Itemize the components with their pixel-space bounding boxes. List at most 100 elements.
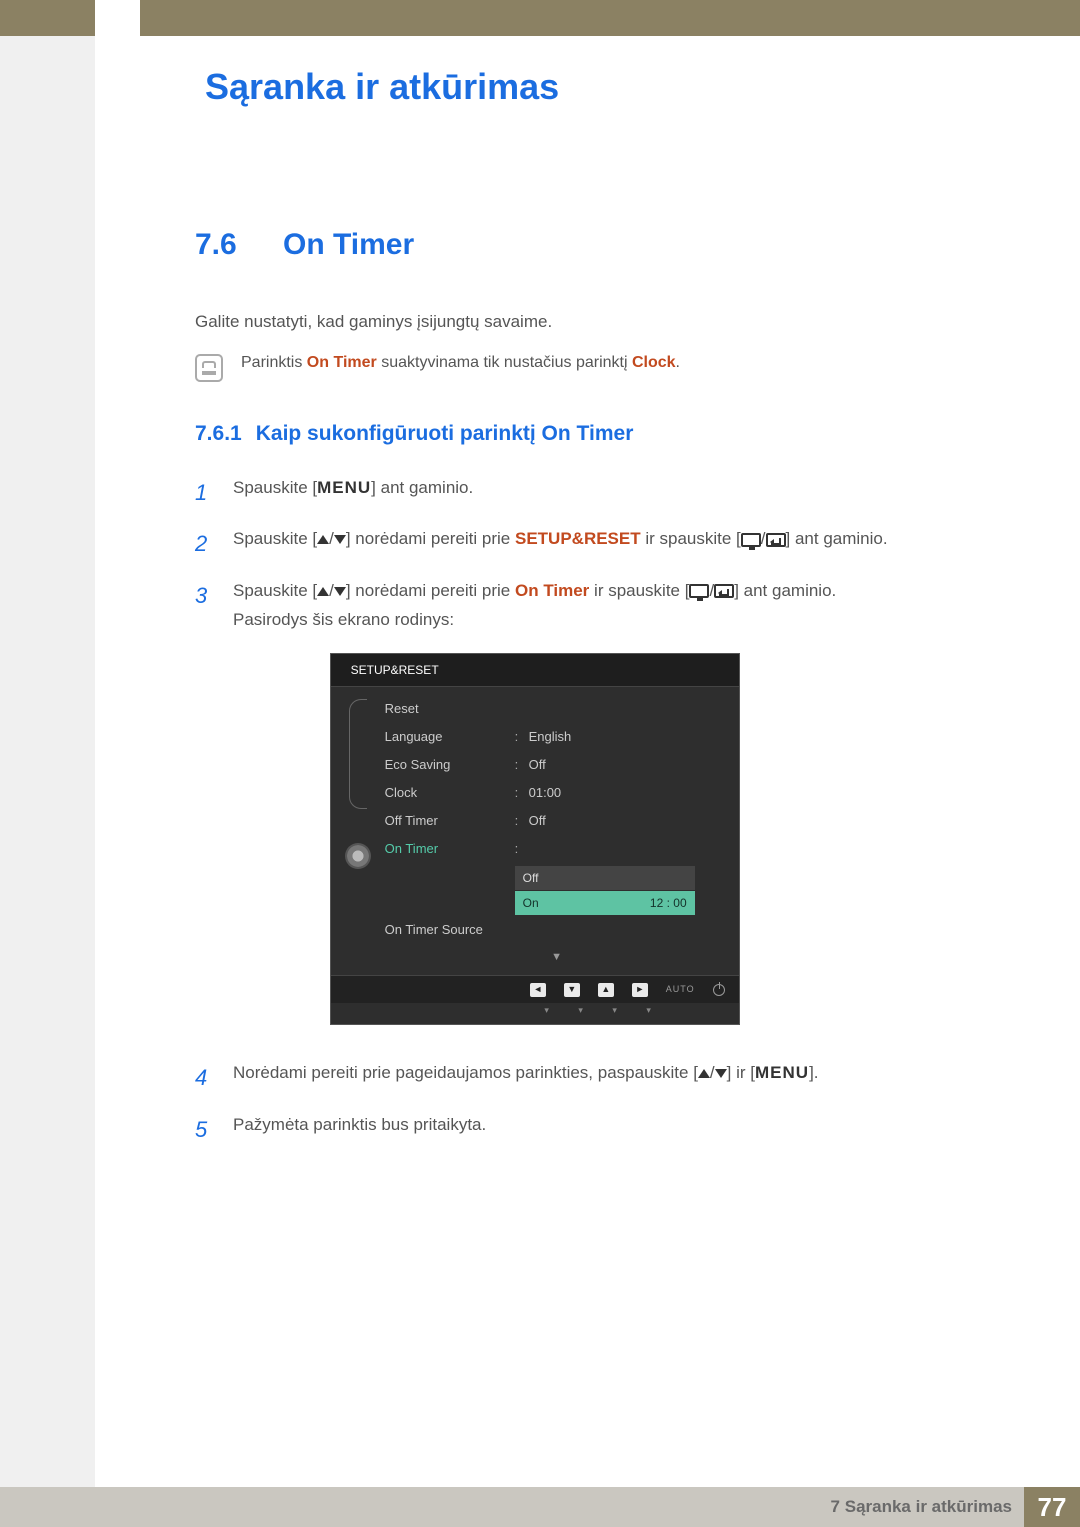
- osd-row-ontimer: On Timer:: [385, 835, 729, 863]
- section-heading: 7.6 On Timer: [195, 228, 1010, 262]
- osd-label: Off Timer: [385, 810, 515, 832]
- osd-list: Reset Language:English Eco Saving:Off Cl…: [385, 687, 739, 975]
- osd-ticks: ▾ ▾ ▾ ▾: [331, 1003, 739, 1024]
- screen-icon: [689, 584, 709, 598]
- t: ] ir [: [727, 1063, 755, 1082]
- left-margin: [0, 36, 95, 1487]
- note-highlight-1: On Timer: [307, 354, 377, 371]
- note-text: Parinktis On Timer suaktyvinama tik nust…: [241, 354, 680, 372]
- triangle-up-icon: [317, 535, 329, 544]
- osd-value: Off: [529, 754, 546, 776]
- menu-label: MENU: [317, 478, 371, 497]
- osd-label: Reset: [385, 698, 515, 720]
- osd-label: Clock: [385, 782, 515, 804]
- page-footer: 7 Sąranka ir atkūrimas 77: [0, 1487, 1080, 1527]
- section-number: 7.6: [195, 228, 255, 262]
- osd-value: 01:00: [529, 782, 562, 804]
- osd-row-clock: Clock:01:00: [385, 779, 729, 807]
- step-4: 4 Norėdami pereiti prie pageidaujamos pa…: [195, 1059, 1010, 1096]
- osd-auto-label: AUTO: [666, 982, 695, 997]
- opt-label: On: [523, 893, 539, 913]
- note-pre: Parinktis: [241, 354, 307, 371]
- t: Spauskite [: [233, 529, 317, 548]
- chapter-tab: [95, 0, 140, 48]
- triangle-down-icon: [334, 587, 346, 596]
- osd-row-offtimer: Off Timer:Off: [385, 807, 729, 835]
- osd-label: On Timer: [385, 838, 515, 860]
- osd-footer: ◄ ▼ ▲ ► AUTO: [331, 975, 739, 1003]
- highlight: On Timer: [515, 581, 589, 600]
- step-number: 5: [195, 1111, 213, 1148]
- t: ir spauskite [: [641, 529, 741, 548]
- osd-nav-right-icon: ►: [632, 983, 648, 997]
- triangle-up-icon: [317, 587, 329, 596]
- steps-list: 1 Spauskite [MENU] ant gaminio. 2 Spausk…: [195, 474, 1010, 1148]
- t: ] norėdami pereiti prie: [346, 581, 515, 600]
- step-number: 4: [195, 1059, 213, 1096]
- osd-option-on: On 12 : 00: [515, 891, 695, 915]
- t: Norėdami pereiti prie pageidaujamos pari…: [233, 1063, 698, 1082]
- osd-nav-left-icon: ◄: [530, 983, 546, 997]
- enter-icon: [714, 584, 734, 598]
- header-bar: [0, 0, 1080, 36]
- tick-icon: ▾: [607, 1003, 623, 1018]
- osd-row-ontimersource: On Timer Source: [385, 916, 729, 944]
- osd-screenshot: SETUP&RESET Reset Language:English Eco S…: [330, 653, 740, 1026]
- step-3: 3 Spauskite [/] norėdami pereiti prie On…: [195, 577, 1010, 1046]
- step-number: 3: [195, 577, 213, 1046]
- osd-curve-icon: [349, 699, 367, 809]
- note-highlight-2: Clock: [632, 354, 676, 371]
- step-2: 2 Spauskite [/] norėdami pereiti prie SE…: [195, 525, 1010, 562]
- subsection-heading: 7.6.1 Kaip sukonfigūruoti parinktį On Tim…: [195, 422, 1010, 446]
- chevron-down-icon: ▼: [385, 948, 729, 967]
- step-number: 2: [195, 525, 213, 562]
- menu-label: MENU: [755, 1063, 809, 1082]
- osd-nav-up-icon: ▲: [598, 983, 614, 997]
- subsection-number: 7.6.1: [195, 422, 242, 445]
- osd-row-reset: Reset: [385, 695, 729, 723]
- osd-value: English: [529, 726, 572, 748]
- page-content: Sąranka ir atkūrimas 7.6 On Timer Galite…: [95, 36, 1080, 1148]
- t: ].: [809, 1063, 818, 1082]
- tick-icon: ▾: [573, 1003, 589, 1018]
- osd-label: On Timer Source: [385, 919, 515, 941]
- opt-label: Off: [523, 868, 539, 888]
- triangle-down-icon: [715, 1069, 727, 1078]
- t: ir spauskite [: [589, 581, 689, 600]
- screen-icon: [741, 533, 761, 547]
- footer-page-number: 77: [1024, 1487, 1080, 1527]
- osd-value: Off: [529, 810, 546, 832]
- subsection-title: Kaip sukonfigūruoti parinktį On Timer: [256, 422, 634, 445]
- t: ] ant gaminio.: [734, 581, 836, 600]
- triangle-down-icon: [334, 535, 346, 544]
- osd-nav-down-icon: ▼: [564, 983, 580, 997]
- tick-icon: [709, 1003, 725, 1018]
- tick-icon: ▾: [641, 1003, 657, 1018]
- gear-icon: [347, 845, 369, 867]
- osd-label: Language: [385, 726, 515, 748]
- t: ] ant gaminio.: [371, 478, 473, 497]
- section-title: On Timer: [283, 228, 414, 262]
- enter-icon: [766, 533, 786, 547]
- osd-row-eco: Eco Saving:Off: [385, 751, 729, 779]
- footer-chapter: 7 Sąranka ir atkūrimas: [831, 1497, 1012, 1517]
- note-post: .: [676, 354, 680, 371]
- step-text: Pažymėta parinktis bus pritaikyta.: [233, 1111, 486, 1148]
- osd-body: Reset Language:English Eco Saving:Off Cl…: [331, 687, 739, 975]
- osd-row-language: Language:English: [385, 723, 729, 751]
- colon: :: [515, 838, 529, 860]
- opt-time: 12 : 00: [650, 893, 687, 913]
- chapter-title: Sąranka ir atkūrimas: [205, 66, 1010, 108]
- osd-option-off: Off: [515, 866, 695, 890]
- note-mid: suaktyvinama tik nustačius parinktį: [377, 354, 632, 371]
- colon: :: [515, 754, 529, 776]
- highlight: SETUP&RESET: [515, 529, 641, 548]
- note-row: Parinktis On Timer suaktyvinama tik nust…: [195, 354, 1010, 382]
- tick-icon: [675, 1003, 691, 1018]
- colon: :: [515, 782, 529, 804]
- osd-title: SETUP&RESET: [331, 654, 739, 687]
- t: ] norėdami pereiti prie: [346, 529, 515, 548]
- osd-left-rail: [331, 687, 385, 975]
- t: ] ant gaminio.: [786, 529, 888, 548]
- osd-dropdown: Off On 12 : 00: [515, 866, 729, 916]
